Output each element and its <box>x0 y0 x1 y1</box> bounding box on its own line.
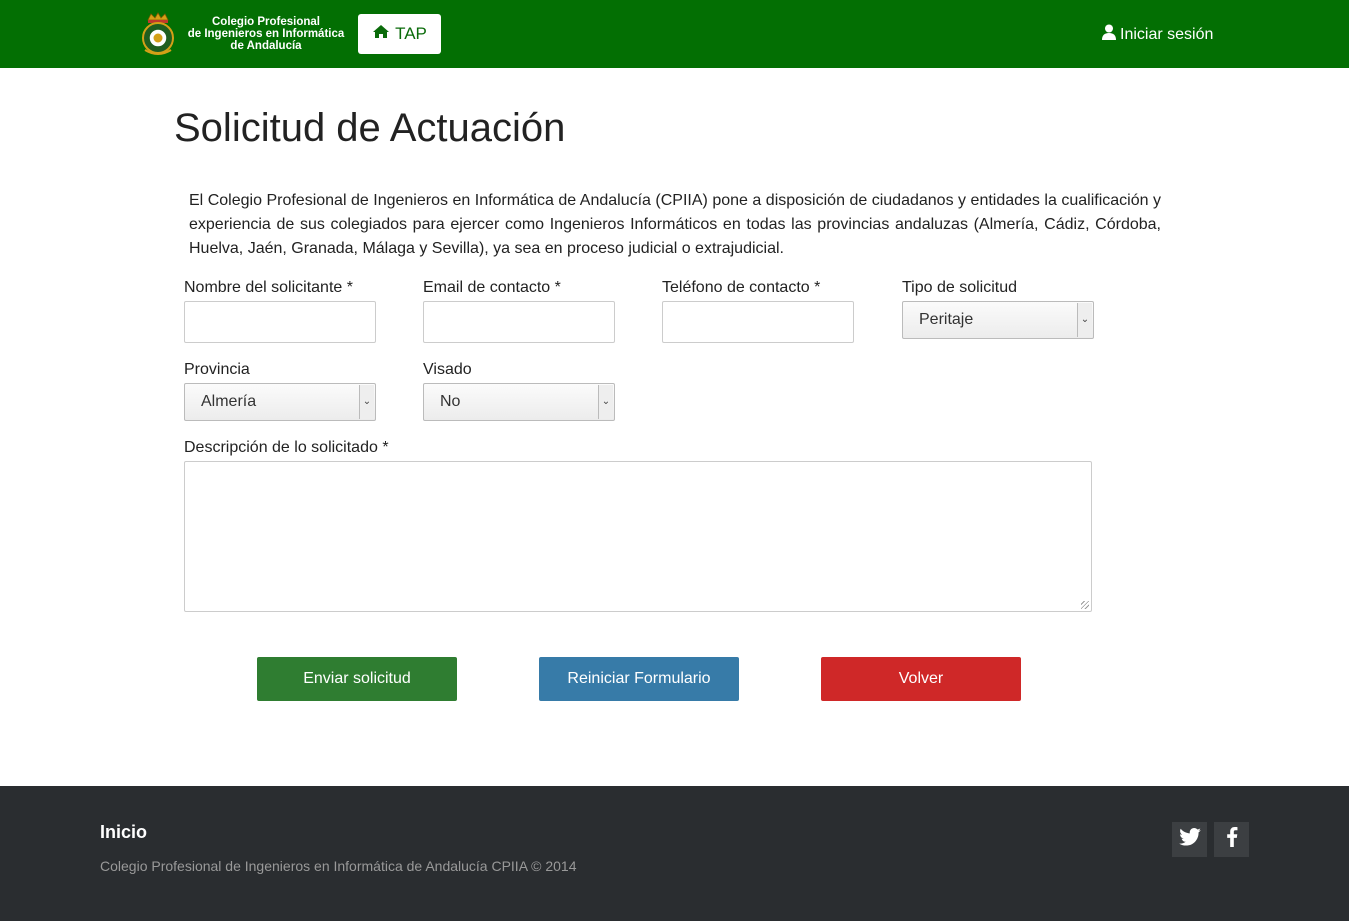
footer-copyright: Colegio Profesional de Ingenieros en Inf… <box>100 858 577 874</box>
home-icon <box>372 24 390 44</box>
tipo-field-group: Tipo de solicitud Peritaje ⌄ <box>902 279 1094 339</box>
tap-button[interactable]: TAP <box>358 14 441 54</box>
visado-selected-value: No <box>440 393 461 410</box>
twitter-icon <box>1178 828 1201 851</box>
provincia-label: Provincia <box>184 361 250 378</box>
visado-field-group: Visado No ⌄ <box>423 361 615 421</box>
descripcion-field-group: Descripción de lo solicitado * <box>184 439 1092 612</box>
facebook-button[interactable] <box>1214 822 1249 857</box>
login-link[interactable]: Iniciar sesión <box>1102 24 1213 45</box>
page-title: Solicitud de Actuación <box>174 106 566 150</box>
visado-select[interactable]: No ⌄ <box>423 383 615 421</box>
user-icon <box>1102 24 1116 45</box>
brand-line-1: Colegio Profesional <box>212 16 320 28</box>
chevron-down-icon: ⌄ <box>1077 303 1092 337</box>
email-input[interactable] <box>423 301 615 343</box>
chevron-down-icon: ⌄ <box>598 385 613 419</box>
telefono-label: Teléfono de contacto * <box>662 279 821 296</box>
brand-name: Colegio Profesional de Ingenieros en Inf… <box>183 16 349 52</box>
brand-line-3: de Andalucía <box>230 40 302 52</box>
brand-logo-link[interactable]: Colegio Profesional de Ingenieros en Inf… <box>137 12 349 56</box>
tipo-select[interactable]: Peritaje ⌄ <box>902 301 1094 339</box>
email-field-group: Email de contacto * <box>423 279 615 343</box>
provincia-select[interactable]: Almería ⌄ <box>184 383 376 421</box>
resize-grip-icon[interactable] <box>1081 601 1089 609</box>
chevron-down-icon: ⌄ <box>359 385 374 419</box>
nombre-label: Nombre del solicitante * <box>184 279 353 296</box>
twitter-button[interactable] <box>1172 822 1207 857</box>
telefono-field-group: Teléfono de contacto * <box>662 279 854 343</box>
facebook-icon <box>1226 827 1238 852</box>
brand-line-2: de Ingenieros en Informática <box>187 28 345 40</box>
provincia-selected-value: Almería <box>201 393 257 410</box>
footer: Inicio Colegio Profesional de Ingenieros… <box>0 786 1349 921</box>
email-label: Email de contacto * <box>423 279 561 296</box>
nombre-field-group: Nombre del solicitante * <box>184 279 376 343</box>
login-label: Iniciar sesión <box>1120 25 1214 43</box>
nombre-input[interactable] <box>184 301 376 343</box>
intro-paragraph: El Colegio Profesional de Ingenieros en … <box>189 192 1161 257</box>
reset-form-button[interactable]: Reiniciar Formulario <box>539 657 739 701</box>
tipo-selected-value: Peritaje <box>919 311 974 328</box>
descripcion-label: Descripción de lo solicitado * <box>184 439 389 456</box>
telefono-input[interactable] <box>662 301 854 343</box>
visado-label: Visado <box>423 361 472 378</box>
top-navbar: Colegio Profesional de Ingenieros en Inf… <box>0 0 1349 68</box>
send-request-button[interactable]: Enviar solicitud <box>257 657 457 701</box>
tap-label: TAP <box>395 24 427 43</box>
tipo-label: Tipo de solicitud <box>902 279 1018 296</box>
crest-logo-icon <box>137 12 179 56</box>
back-button[interactable]: Volver <box>821 657 1021 701</box>
footer-home-link[interactable]: Inicio <box>100 822 147 843</box>
provincia-field-group: Provincia Almería ⌄ <box>184 361 376 421</box>
descripcion-textarea[interactable] <box>184 461 1092 612</box>
